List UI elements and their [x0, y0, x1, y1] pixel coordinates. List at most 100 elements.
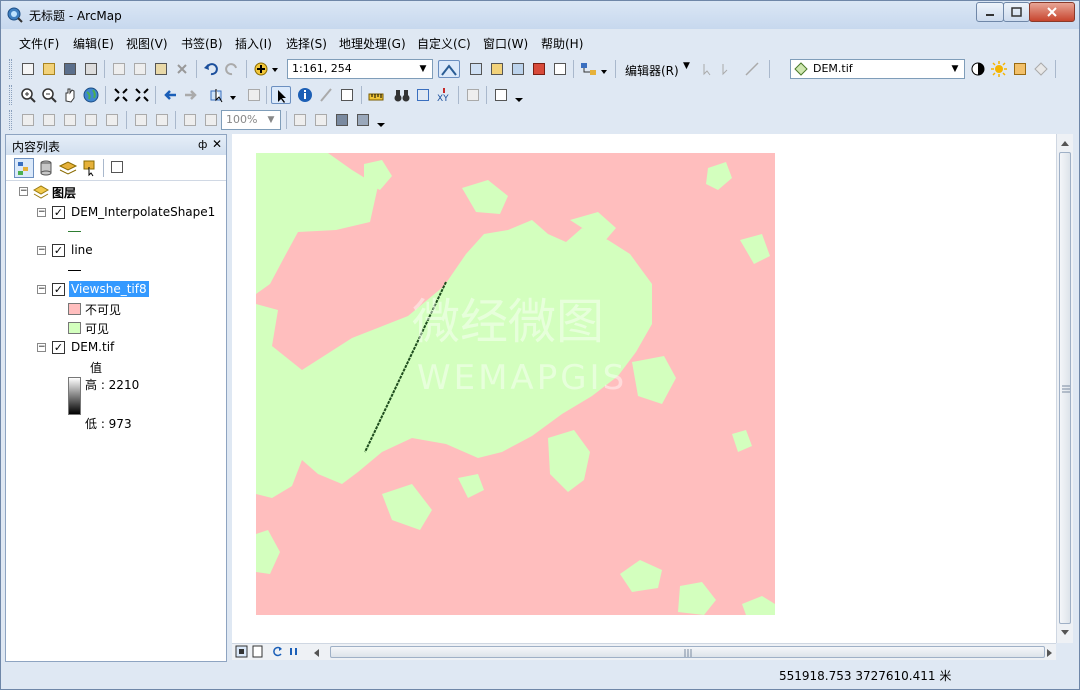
toc-options-button[interactable] [108, 158, 128, 178]
catalog-button[interactable] [488, 60, 506, 78]
map-scale-combo[interactable]: 1:161, 254 ▼ [287, 59, 433, 79]
identify-button[interactable] [296, 86, 314, 104]
edit-annotation-button[interactable] [719, 60, 737, 78]
modelbuilder-button[interactable] [579, 60, 609, 78]
back-layout-button[interactable] [181, 111, 199, 129]
menu-file[interactable]: 文件(F) [19, 35, 59, 52]
toolbar-grip[interactable] [9, 59, 12, 79]
forward-extent-button[interactable] [182, 86, 200, 104]
undo-button[interactable] [202, 60, 220, 78]
toolbar-grip[interactable] [9, 110, 12, 130]
arctoolbox-button[interactable] [530, 60, 548, 78]
layer-combo[interactable]: DEM.tif ▼ [790, 59, 965, 79]
layer-checkbox-dem[interactable]: ✓ [52, 341, 65, 354]
vertical-scroll-thumb[interactable] [1059, 152, 1071, 624]
chevron-down-icon[interactable]: ▼ [416, 61, 430, 77]
select-elements-button[interactable] [271, 86, 291, 104]
zoom-in-button[interactable] [19, 86, 37, 104]
pan-button[interactable] [61, 86, 79, 104]
paste-button[interactable] [152, 60, 170, 78]
swipe-button[interactable] [1032, 60, 1050, 78]
focus-data-frame-button[interactable] [312, 111, 330, 129]
layer-checkbox-line[interactable]: ✓ [52, 244, 65, 257]
new-document-button[interactable] [19, 60, 37, 78]
find-button[interactable] [393, 86, 411, 104]
find-route-button[interactable] [414, 86, 432, 104]
menu-edit[interactable]: 编辑(E) [73, 35, 114, 52]
chevron-down-icon[interactable]: ▼ [948, 61, 962, 77]
zoom-100-button[interactable] [103, 111, 121, 129]
list-by-visibility-button[interactable] [58, 158, 78, 178]
layer-expander-dem[interactable]: − [37, 343, 46, 352]
list-by-selection-button[interactable] [80, 158, 100, 178]
fixed-zoom-in-layout-button[interactable] [132, 111, 150, 129]
fixed-zoom-out-button[interactable] [133, 86, 151, 104]
layer-name-viewshed[interactable]: Viewshe_tif8 [69, 281, 149, 297]
change-layout-button[interactable] [333, 111, 351, 129]
open-button[interactable] [40, 60, 58, 78]
scroll-down-arrow-icon[interactable] [1057, 626, 1074, 640]
editor-menu-label[interactable]: 编辑器(R) [625, 62, 679, 79]
create-viewer-window-button[interactable] [492, 86, 510, 104]
redo-button[interactable] [223, 60, 241, 78]
menu-insert[interactable]: 插入(I) [235, 35, 272, 52]
copy-button[interactable] [131, 60, 149, 78]
save-button[interactable] [61, 60, 79, 78]
add-data-button[interactable] [252, 60, 280, 78]
menu-customize[interactable]: 自定义(C) [417, 35, 471, 52]
layout-zoom-combo[interactable]: 100% ▼ [221, 110, 281, 130]
list-by-source-button[interactable] [36, 158, 56, 178]
straight-segment-button[interactable] [743, 60, 761, 78]
zoom-whole-page-button[interactable] [82, 111, 100, 129]
search-window-button[interactable] [509, 60, 527, 78]
go-to-xy-button[interactable]: XY [435, 86, 453, 104]
select-features-button[interactable] [208, 86, 238, 104]
layout-pan-button[interactable] [61, 111, 79, 129]
close-button[interactable] [1029, 2, 1075, 22]
cut-button[interactable] [110, 60, 128, 78]
clear-selection-button[interactable] [245, 86, 263, 104]
pin-icon[interactable]: ф [198, 138, 207, 151]
menu-bookmarks[interactable]: 书签(B) [181, 35, 223, 52]
layer-expander-interpolate[interactable]: − [37, 208, 46, 217]
scroll-right-arrow-icon[interactable] [1042, 645, 1056, 660]
html-popup-button[interactable] [338, 86, 356, 104]
layer-checkbox-interpolate[interactable]: ✓ [52, 206, 65, 219]
layer-checkbox-viewshed[interactable]: ✓ [52, 283, 65, 296]
python-window-button[interactable] [551, 60, 569, 78]
fixed-zoom-out-layout-button[interactable] [153, 111, 171, 129]
menu-view[interactable]: 视图(V) [126, 35, 168, 52]
scroll-up-arrow-icon[interactable] [1057, 136, 1074, 150]
minimize-button[interactable] [976, 2, 1004, 22]
time-slider-button[interactable] [464, 86, 482, 104]
map-display[interactable]: 微经微图 WEMAPGIS [232, 134, 1056, 643]
toolbar-overflow-button[interactable] [513, 86, 525, 104]
transparency-button[interactable] [1011, 60, 1029, 78]
measure-button[interactable] [367, 86, 385, 104]
refresh-button[interactable] [270, 644, 285, 659]
data-driven-pages-button[interactable] [354, 111, 372, 129]
brightness-button[interactable] [990, 60, 1008, 78]
forward-layout-button[interactable] [202, 111, 220, 129]
layer-name-interpolate[interactable]: DEM_InterpolateShape1 [71, 205, 215, 219]
toggle-draft-mode-button[interactable] [291, 111, 309, 129]
chevron-down-icon[interactable]: ▼ [264, 112, 278, 128]
full-extent-button[interactable] [82, 86, 100, 104]
zoom-out-button[interactable] [40, 86, 58, 104]
layer-expander-line[interactable]: − [37, 246, 46, 255]
toolbar-grip[interactable] [9, 85, 12, 105]
layout-overflow-button[interactable] [375, 111, 387, 129]
print-button[interactable] [82, 60, 100, 78]
maximize-button[interactable] [1003, 2, 1030, 22]
menu-geoprocessing[interactable]: 地理处理(G) [339, 35, 406, 52]
scroll-left-arrow-icon[interactable] [310, 645, 324, 660]
editor-toolbar-button[interactable] [438, 60, 460, 78]
hyperlink-button[interactable] [317, 86, 335, 104]
layer-name-dem[interactable]: DEM.tif [71, 340, 114, 354]
toc-close-icon[interactable]: ✕ [212, 137, 222, 151]
layers-root-expander[interactable]: − [19, 187, 28, 196]
layout-view-button[interactable] [250, 644, 265, 659]
list-by-drawing-order-button[interactable] [14, 158, 34, 178]
layout-zoom-in-button[interactable] [19, 111, 37, 129]
table-of-contents-button[interactable] [467, 60, 485, 78]
